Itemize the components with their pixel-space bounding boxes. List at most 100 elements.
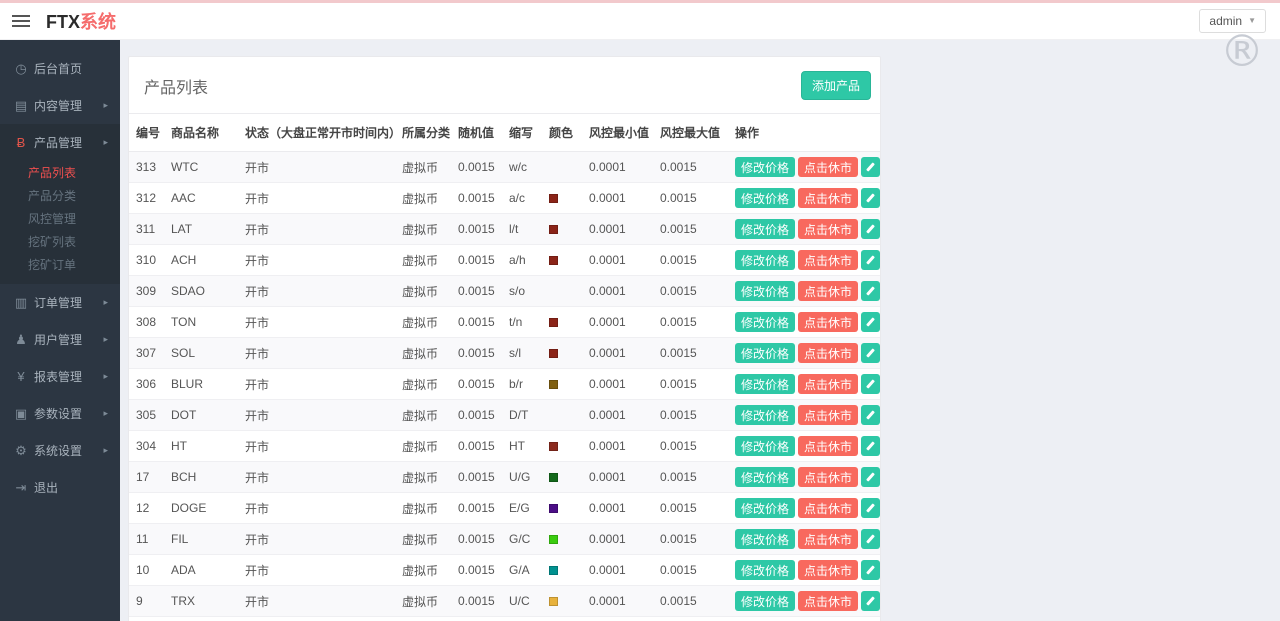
edit-price-button[interactable]: 修改价格 — [735, 250, 795, 270]
cell-status: 开市 — [241, 307, 398, 338]
edit-price-button[interactable]: 修改价格 — [735, 188, 795, 208]
table-body: 313WTC开市虚拟币0.0015w/c0.00010.0015修改价格点击休市… — [129, 152, 880, 621]
chevron-right-icon: ▸ — [103, 100, 108, 111]
sidebar-item-product-category[interactable]: 产品分类 — [0, 184, 120, 207]
cell-color — [545, 462, 585, 493]
toggle-market-button[interactable]: 点击休市 — [798, 281, 858, 301]
sidebar-item-mining-orders[interactable]: 挖矿订单 — [0, 253, 120, 276]
edit-price-button[interactable]: 修改价格 — [735, 157, 795, 177]
sidebar-item-risk-manage[interactable]: 风控管理 — [0, 207, 120, 230]
edit-button[interactable] — [861, 591, 880, 611]
book-icon: ▤ — [13, 98, 29, 114]
cell-status: 开市 — [241, 617, 398, 621]
edit-button[interactable] — [861, 529, 880, 549]
toggle-market-button[interactable]: 点击休市 — [798, 498, 858, 518]
edit-button[interactable] — [861, 498, 880, 518]
toggle-market-button[interactable]: 点击休市 — [798, 374, 858, 394]
cell-category: 虚拟币 — [398, 183, 454, 214]
edit-button[interactable] — [861, 312, 880, 332]
cell-id: 305 — [129, 400, 167, 431]
edit-price-button[interactable]: 修改价格 — [735, 219, 795, 239]
sidebar-item-content[interactable]: ▤内容管理▸ — [0, 87, 120, 124]
user-icon: ♟ — [13, 332, 29, 348]
column-header: 操作 — [731, 114, 880, 152]
registered-logo-watermark: ® — [1220, 30, 1264, 74]
edit-price-button[interactable]: 修改价格 — [735, 436, 795, 456]
cell-category: 虚拟币 — [398, 431, 454, 462]
cell-id: 304 — [129, 431, 167, 462]
toggle-market-button[interactable]: 点击休市 — [798, 529, 858, 549]
chevron-right-icon: ▸ — [103, 334, 108, 345]
toggle-market-button[interactable]: 点击休市 — [798, 436, 858, 456]
sidebar-item-product[interactable]: Ƀ产品管理▸ — [0, 124, 120, 161]
sidebar-item-report[interactable]: ¥报表管理▸ — [0, 358, 120, 395]
cell-status: 开市 — [241, 400, 398, 431]
sidebar-item-product-list[interactable]: 产品列表 — [0, 161, 120, 184]
edit-price-button[interactable]: 修改价格 — [735, 560, 795, 580]
cell-actions: 修改价格点击休市 — [731, 276, 880, 307]
cell-color — [545, 214, 585, 245]
sidebar-item-system[interactable]: ⚙系统设置▸ — [0, 432, 120, 469]
edit-button[interactable] — [861, 188, 880, 208]
sidebar-item-mining-list[interactable]: 挖矿列表 — [0, 230, 120, 253]
edit-button[interactable] — [861, 250, 880, 270]
cell-actions: 修改价格点击休市 — [731, 431, 880, 462]
color-swatch — [549, 380, 558, 389]
edit-price-button[interactable]: 修改价格 — [735, 281, 795, 301]
edit-price-button[interactable]: 修改价格 — [735, 405, 795, 425]
edit-price-button[interactable]: 修改价格 — [735, 498, 795, 518]
sidebar-item-user[interactable]: ♟ 用户管理 ▸ — [0, 321, 120, 358]
toggle-market-button[interactable]: 点击休市 — [798, 312, 858, 332]
toggle-market-button[interactable]: 点击休市 — [798, 343, 858, 363]
cell-color — [545, 245, 585, 276]
cell-status: 开市 — [241, 493, 398, 524]
cell-color — [545, 431, 585, 462]
edit-button[interactable] — [861, 436, 880, 456]
edit-button[interactable] — [861, 281, 880, 301]
edit-price-button[interactable]: 修改价格 — [735, 529, 795, 549]
edit-button[interactable] — [861, 467, 880, 487]
edit-button[interactable] — [861, 219, 880, 239]
edit-price-button[interactable]: 修改价格 — [735, 467, 795, 487]
edit-price-button[interactable]: 修改价格 — [735, 374, 795, 394]
cell-risk-max: 0.0015 — [656, 400, 731, 431]
cell-category: 虚拟币 — [398, 400, 454, 431]
edit-button[interactable] — [861, 343, 880, 363]
toggle-market-button[interactable]: 点击休市 — [798, 560, 858, 580]
toggle-market-button[interactable]: 点击休市 — [798, 250, 858, 270]
toggle-market-button[interactable]: 点击休市 — [798, 157, 858, 177]
sidebar-item-label: 后台首页 — [34, 60, 82, 77]
cell-abbr: D/T — [505, 400, 545, 431]
toggle-market-button[interactable]: 点击休市 — [798, 591, 858, 611]
edit-price-button[interactable]: 修改价格 — [735, 312, 795, 332]
toggle-market-button[interactable]: 点击休市 — [798, 188, 858, 208]
toggle-market-button[interactable]: 点击休市 — [798, 467, 858, 487]
main-content: 产品列表 添加产品 编号商品名称状态（大盘正常开市时间内）所属分类随机值缩写颜色… — [120, 40, 1280, 621]
table-row: 5XRP开市虚拟币0.0015E/U0.00010.0015修改价格点击休市 — [129, 617, 880, 621]
sidebar-item-label: 用户管理 — [34, 331, 82, 348]
add-product-button[interactable]: 添加产品 — [801, 71, 871, 100]
cell-abbr: HT — [505, 431, 545, 462]
toggle-market-button[interactable]: 点击休市 — [798, 219, 858, 239]
logo-brand: FTX — [46, 12, 80, 32]
edit-button[interactable] — [861, 560, 880, 580]
toggle-market-button[interactable]: 点击休市 — [798, 405, 858, 425]
edit-button[interactable] — [861, 405, 880, 425]
color-swatch — [549, 597, 558, 606]
hamburger-menu-icon[interactable] — [12, 15, 30, 27]
cell-name: SDAO — [167, 276, 241, 307]
sidebar-item-home[interactable]: ◷后台首页 — [0, 50, 120, 87]
cell-name: ADA — [167, 555, 241, 586]
edit-button[interactable] — [861, 157, 880, 177]
column-header: 所属分类 — [398, 114, 454, 152]
edit-price-button[interactable]: 修改价格 — [735, 591, 795, 611]
sidebar-item-params[interactable]: ▣参数设置▸ — [0, 395, 120, 432]
sidebar-item-order[interactable]: ▥订单管理▸ — [0, 284, 120, 321]
edit-price-button[interactable]: 修改价格 — [735, 343, 795, 363]
column-header: 商品名称 — [167, 114, 241, 152]
sidebar-item-logout[interactable]: ⇥退出 — [0, 469, 120, 506]
cell-id: 312 — [129, 183, 167, 214]
cell-category: 虚拟币 — [398, 493, 454, 524]
edit-button[interactable] — [861, 374, 880, 394]
pencil-icon — [866, 503, 875, 512]
